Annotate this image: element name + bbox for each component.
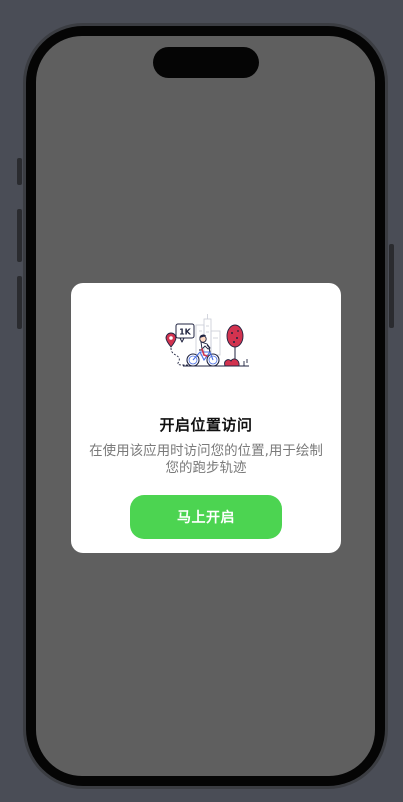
simulator-canvas: 1K 开启位置访问 在使用该应用时访问您的位置,用于绘制您的跑步轨迹 马上开启	[0, 0, 403, 802]
dialog-description: 在使用该应用时访问您的位置,用于绘制您的跑步轨迹	[89, 443, 323, 476]
distance-badge-label: 1K	[179, 328, 192, 337]
volume-up-button	[17, 209, 22, 262]
power-button	[389, 244, 394, 328]
enable-location-button[interactable]: 马上开启	[130, 495, 282, 539]
dialog-title: 开启位置访问	[159, 416, 253, 434]
silent-switch	[17, 158, 22, 185]
location-pin-icon	[165, 332, 177, 348]
bush-icon	[224, 358, 240, 367]
volume-down-button	[17, 276, 22, 329]
dynamic-island	[153, 47, 259, 78]
distance-badge: 1K	[175, 323, 195, 343]
cyclist-figure	[199, 334, 211, 357]
cyclist-map-illustration: 1K	[165, 314, 249, 367]
location-permission-dialog: 1K 开启位置访问 在使用该应用时访问您的位置,用于绘制您的跑步轨迹 马上开启	[71, 283, 341, 553]
